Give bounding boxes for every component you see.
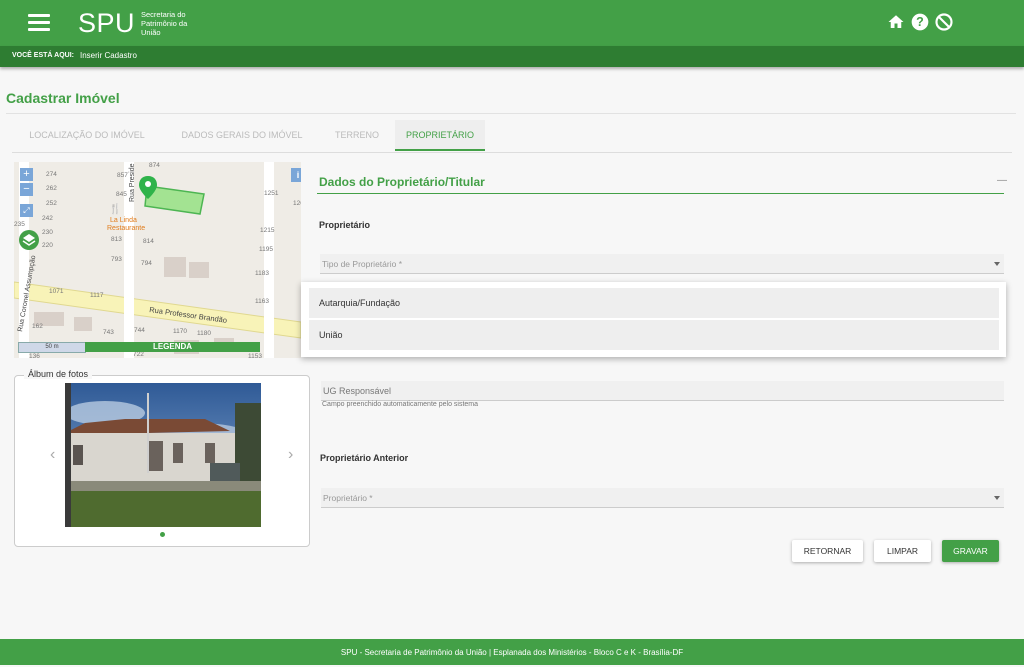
svg-text:857: 857 — [117, 172, 128, 179]
breadcrumb-label: VOCÊ ESTÁ AQUI: — [12, 52, 74, 59]
back-button[interactable]: RETORNAR — [792, 540, 863, 562]
svg-text:Rua Preside: Rua Preside — [129, 163, 136, 202]
svg-text:1183: 1183 — [255, 270, 269, 277]
next-photo-icon[interactable]: › — [288, 446, 293, 464]
svg-text:1163: 1163 — [255, 298, 269, 305]
ug-responsavel-placeholder: UG Responsável — [323, 386, 392, 396]
svg-text:813: 813 — [111, 236, 122, 243]
svg-text:1117: 1117 — [90, 292, 104, 299]
zoom-in-button[interactable]: + — [20, 168, 33, 181]
zoom-out-button[interactable]: − — [20, 183, 33, 196]
save-button[interactable]: GRAVAR — [942, 540, 999, 562]
svg-text:235: 235 — [14, 221, 25, 228]
property-photo — [65, 383, 261, 527]
svg-text:874: 874 — [149, 162, 160, 169]
ug-responsavel-field: UG Responsável — [321, 381, 1004, 401]
breadcrumb-current[interactable]: Inserir Cadastro — [80, 51, 137, 60]
svg-text:252: 252 — [46, 200, 57, 207]
svg-text:162: 162 — [32, 323, 43, 330]
previous-owner-label: Proprietário Anterior — [320, 453, 409, 463]
svg-text:?: ? — [916, 15, 924, 29]
svg-text:1251: 1251 — [264, 190, 279, 197]
tab-terreno[interactable]: TERRENO — [322, 120, 392, 151]
section-title: Dados do Proprietário/Titular — [319, 175, 485, 189]
owner-type-placeholder: Tipo de Proprietário * — [322, 259, 403, 269]
top-app-bar: SPU Secretaria do Patrimônio da União ? — [0, 0, 1024, 46]
option-autarquia[interactable]: Autarquia/Fundação — [309, 288, 999, 318]
svg-text:793: 793 — [111, 256, 122, 263]
previous-photo-icon[interactable]: ‹ — [50, 446, 55, 464]
location-map[interactable]: Rua Professor Brandão Rua Coronel Assump… — [14, 162, 301, 358]
carousel-indicator[interactable] — [160, 532, 165, 537]
svg-text:274: 274 — [46, 171, 57, 178]
previous-owner-select[interactable]: Proprietário * — [321, 488, 1004, 508]
svg-text:242: 242 — [42, 215, 53, 222]
section-divider — [317, 193, 1004, 194]
ug-hint: Campo preenchido automaticamente pelo si… — [322, 401, 479, 408]
layers-icon[interactable] — [19, 230, 39, 250]
menu-icon[interactable] — [28, 14, 50, 32]
tab-proprietario[interactable]: PROPRIETÁRIO — [395, 120, 485, 151]
svg-text:1260: 1260 — [293, 200, 301, 207]
clear-button[interactable]: LIMPAR — [874, 540, 931, 562]
chevron-down-icon — [994, 262, 1000, 266]
info-icon[interactable]: i — [291, 168, 301, 182]
tab-localizacao[interactable]: LOCALIZAÇÃO DO IMÓVEL — [12, 120, 162, 151]
home-icon[interactable] — [886, 12, 906, 32]
svg-text:Restaurante: Restaurante — [107, 225, 145, 232]
app-logo: SPU — [78, 8, 136, 38]
svg-text:1215: 1215 — [260, 227, 275, 234]
svg-text:743: 743 — [103, 329, 114, 336]
collapse-icon[interactable]: — — [997, 175, 1007, 186]
svg-text:744: 744 — [134, 327, 145, 334]
svg-text:1170: 1170 — [173, 328, 187, 335]
svg-text:1153: 1153 — [248, 353, 262, 358]
restaurant-icon: 🍴 — [109, 204, 122, 215]
svg-text:220: 220 — [42, 242, 53, 249]
option-uniao[interactable]: União — [309, 320, 999, 350]
chevron-down-icon — [994, 496, 1000, 500]
owner-type-dropdown: Autarquia/Fundação União — [301, 282, 1006, 357]
svg-text:230: 230 — [42, 229, 53, 236]
svg-text:262: 262 — [46, 185, 57, 192]
svg-text:1195: 1195 — [259, 246, 273, 253]
photo-album-title: Álbum de fotos — [24, 369, 93, 379]
svg-text:136: 136 — [29, 353, 40, 358]
help-icon[interactable]: ? — [910, 12, 930, 32]
svg-text:1180: 1180 — [197, 330, 211, 337]
footer: SPU - Secretaria de Patrimônio da União … — [0, 639, 1024, 665]
breadcrumb: VOCÊ ESTÁ AQUI: Inserir Cadastro — [0, 46, 1024, 67]
map-legend-button[interactable]: LEGENDA — [85, 342, 260, 352]
title-divider — [6, 113, 1016, 114]
fullscreen-icon[interactable]: ⤢ — [20, 204, 33, 217]
owner-label: Proprietário — [319, 220, 371, 230]
svg-text:722: 722 — [133, 351, 144, 358]
map-scale: 50 m — [18, 342, 86, 353]
svg-text:845: 845 — [116, 191, 127, 198]
tab-dados-gerais[interactable]: DADOS GERAIS DO IMÓVEL — [167, 120, 317, 151]
page-title: Cadastrar Imóvel — [6, 90, 120, 106]
owner-type-select[interactable]: Tipo de Proprietário * — [320, 254, 1004, 274]
previous-owner-placeholder: Proprietário * — [323, 493, 373, 503]
block-icon[interactable] — [934, 12, 954, 32]
svg-text:1071: 1071 — [49, 288, 64, 295]
svg-text:La Linda: La Linda — [110, 217, 137, 224]
tab-bar: LOCALIZAÇÃO DO IMÓVEL DADOS GERAIS DO IM… — [12, 120, 1012, 153]
svg-text:794: 794 — [141, 260, 152, 267]
app-logo-subtitle: Secretaria do Patrimônio da União — [141, 10, 188, 37]
svg-text:814: 814 — [143, 238, 154, 245]
